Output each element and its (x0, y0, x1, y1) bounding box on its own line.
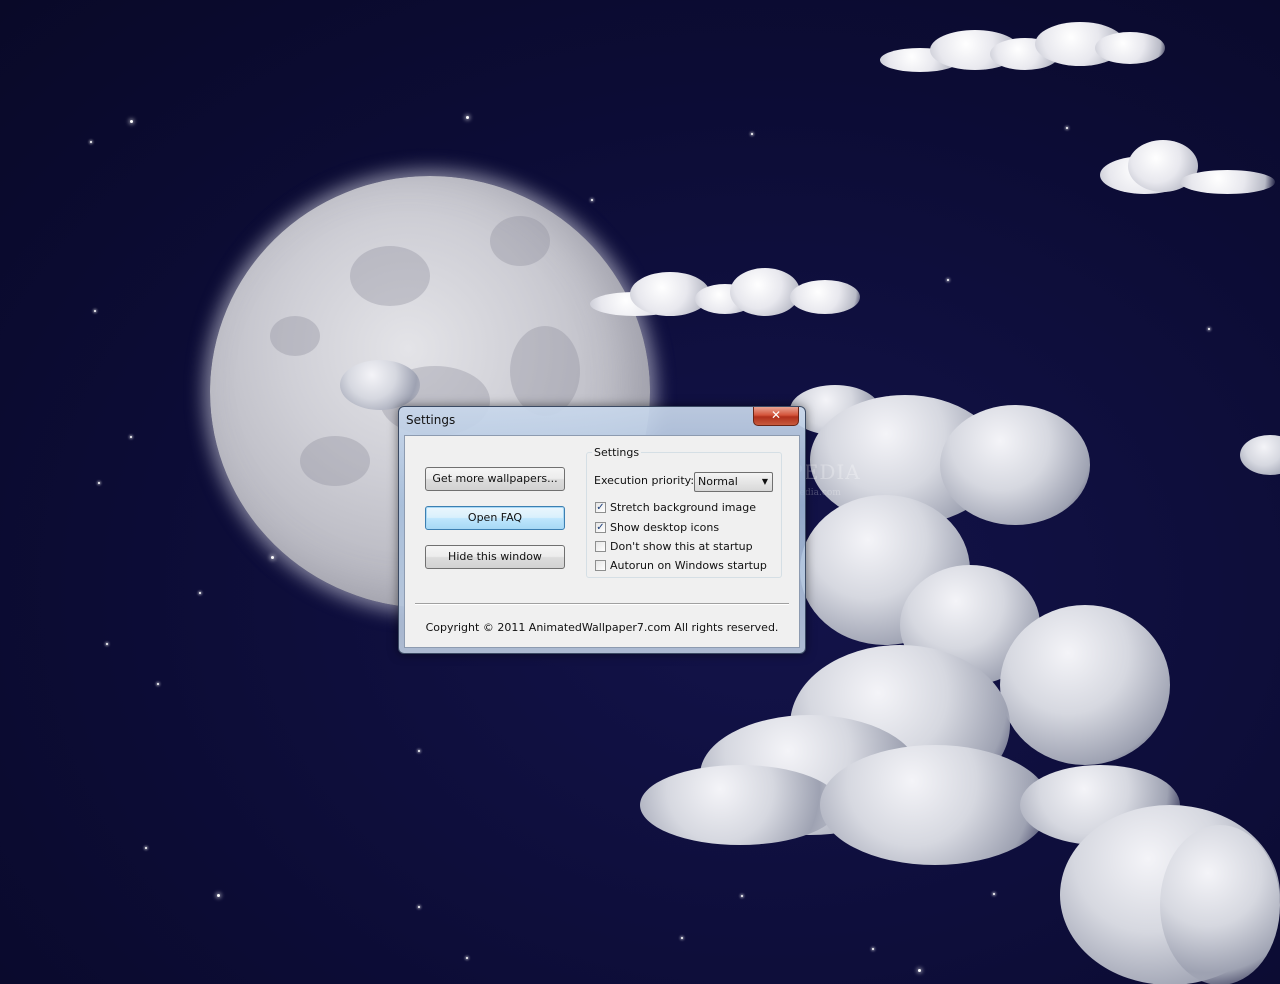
autorun-checkbox[interactable] (595, 560, 606, 571)
star (271, 556, 274, 559)
star (1208, 328, 1210, 330)
star (947, 279, 949, 281)
autorun-label: Autorun on Windows startup (610, 559, 767, 572)
show-desktop-icons-checkbox[interactable]: ✓ (595, 522, 606, 533)
close-button[interactable]: ✕ (753, 407, 799, 426)
star (466, 116, 469, 119)
star (157, 683, 159, 685)
star (199, 592, 201, 594)
cloud (590, 268, 860, 320)
hide-window-button[interactable]: Hide this window (425, 545, 565, 569)
cloud (1100, 140, 1275, 196)
dont-show-at-startup-label: Don't show this at startup (610, 540, 753, 553)
show-desktop-icons-label: Show desktop icons (610, 521, 720, 534)
close-icon: ✕ (770, 408, 782, 422)
star (94, 310, 96, 312)
cloud (880, 22, 1165, 74)
window-title: Settings (406, 413, 456, 427)
star (591, 199, 593, 201)
star (90, 141, 92, 143)
settings-group-label: Settings (592, 446, 642, 459)
star (145, 847, 147, 849)
window-client-area: Get more wallpapers... Open FAQ Hide thi… (404, 435, 800, 648)
execution-priority-label: Execution priority: (594, 474, 695, 487)
dont-show-at-startup-checkbox[interactable] (595, 541, 606, 552)
star (130, 436, 132, 438)
execution-priority-value: Normal (698, 475, 738, 488)
cloud (330, 360, 420, 410)
star (418, 750, 420, 752)
settings-window: Settings ✕ Get more wallpapers... Open F… (398, 406, 806, 654)
stretch-background-checkbox[interactable]: ✓ (595, 502, 606, 513)
divider (415, 603, 789, 605)
stretch-background-label: Stretch background image (610, 501, 756, 514)
execution-priority-dropdown[interactable]: Normal ▼ (694, 472, 773, 492)
star (130, 120, 133, 123)
star (418, 906, 420, 908)
star (106, 643, 108, 645)
star (217, 894, 220, 897)
star (466, 957, 468, 959)
star (1066, 127, 1068, 129)
star (751, 133, 753, 135)
star (98, 482, 100, 484)
get-more-wallpapers-button[interactable]: Get more wallpapers... (425, 467, 565, 491)
copyright-text: Copyright © 2011 AnimatedWallpaper7.com … (425, 621, 779, 634)
chevron-down-icon: ▼ (761, 477, 768, 486)
open-faq-button[interactable]: Open FAQ (425, 506, 565, 530)
